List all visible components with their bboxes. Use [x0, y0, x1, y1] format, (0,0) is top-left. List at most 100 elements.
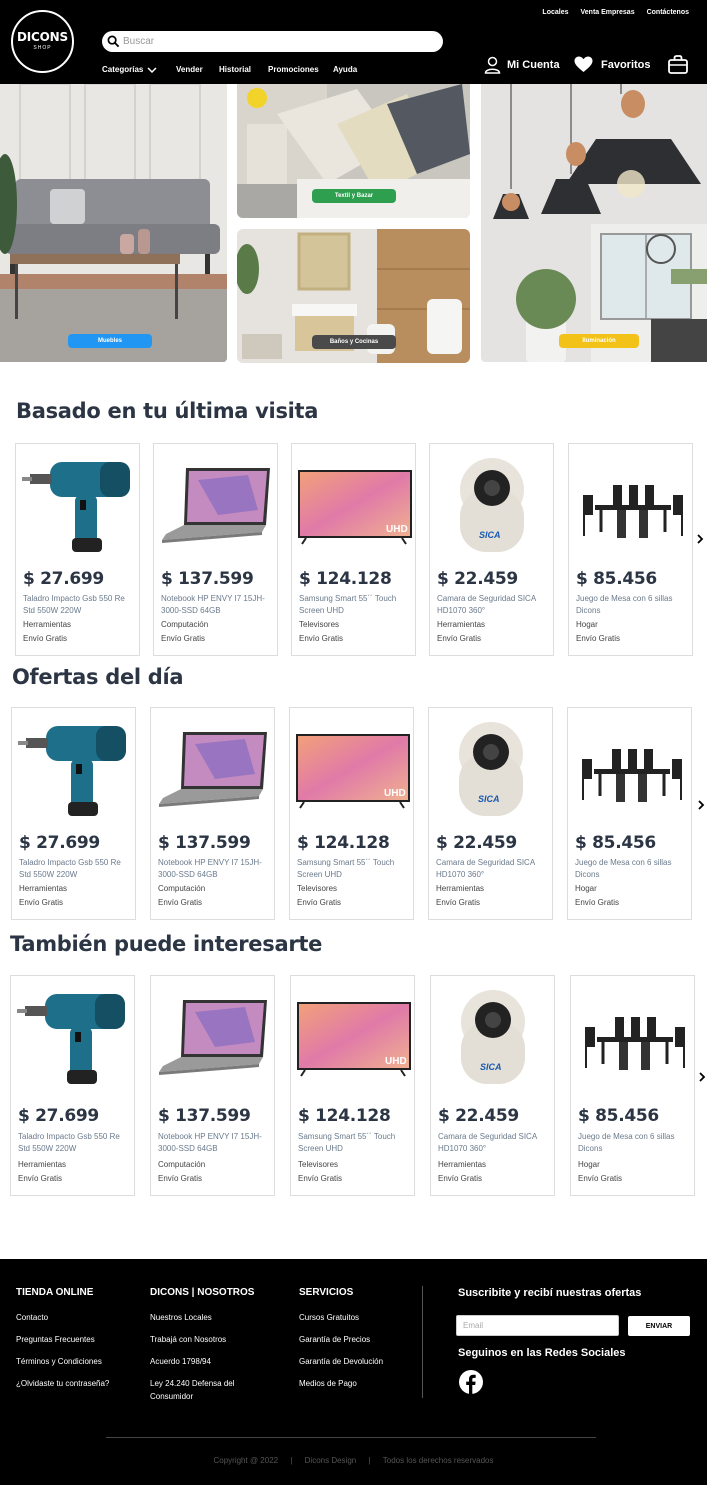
product-price: $ 85.456 — [575, 833, 656, 853]
hero-lighting[interactable]: Iluminación — [481, 84, 707, 362]
product-name[interactable]: Notebook HP ENVY I7 15JH-3000-SSD 64GB — [161, 593, 271, 617]
product-shipping: Envío Gratis — [299, 634, 344, 643]
product-card[interactable]: SICA $ 22.459 Camara de Seguridad SICA H… — [428, 707, 553, 920]
top-link-locales[interactable]: Locales — [542, 9, 568, 16]
hero-furniture[interactable]: Muebles — [0, 84, 227, 362]
product-name[interactable]: Camara de Seguridad SICA HD1070 360° — [437, 593, 547, 617]
email-field[interactable] — [456, 1315, 619, 1336]
product-category: Hogar — [578, 1160, 600, 1169]
tv-image: UHD — [297, 1002, 411, 1077]
product-card[interactable]: $ 27.699 Taladro Impacto Gsb 550 Re Std … — [11, 707, 136, 920]
nav-promociones[interactable]: Promociones — [268, 65, 333, 74]
footer-link[interactable]: Contacto — [16, 1311, 109, 1324]
product-card[interactable]: $ 85.456 Juego de Mesa con 6 sillas Dico… — [567, 707, 692, 920]
chevron-right-icon[interactable] — [698, 1072, 706, 1082]
product-card[interactable]: $ 137.599 Notebook HP ENVY I7 15JH-3000-… — [150, 707, 275, 920]
account-link[interactable]: Mi Cuenta — [484, 56, 574, 74]
product-card[interactable]: $ 27.699 Taladro Impacto Gsb 550 Re Std … — [10, 975, 135, 1196]
product-name[interactable]: Samsung Smart 55´´ Touch Screen UHD — [297, 857, 407, 881]
product-name[interactable]: Samsung Smart 55´´ Touch Screen UHD — [299, 593, 409, 617]
product-name[interactable]: Taladro Impacto Gsb 550 Re Std 550W 220W — [23, 593, 133, 617]
product-name[interactable]: Juego de Mesa con 6 sillas Dicons — [578, 1131, 688, 1155]
product-card[interactable]: $ 27.699 Taladro Impacto Gsb 550 Re Std … — [15, 443, 140, 656]
footer-link[interactable]: Trabajá con Nosotros — [150, 1333, 265, 1346]
footer-link[interactable]: ¿Olvidaste tu contraseña? — [16, 1377, 109, 1390]
product-shipping: Envío Gratis — [298, 1174, 343, 1183]
product-price: $ 22.459 — [437, 569, 518, 589]
top-links: Locales Venta Empresas Contáctenos — [542, 9, 689, 16]
living-room-image — [0, 84, 227, 362]
hero-furniture-button[interactable]: Muebles — [68, 334, 152, 348]
hero-textile[interactable]: Textil y Bazar — [237, 84, 470, 218]
product-card[interactable]: UHD $ 124.128 Samsung Smart 55´´ Touch S… — [290, 975, 415, 1196]
user-icon — [484, 56, 501, 74]
hero-bath-button[interactable]: Baños y Cocinas — [312, 335, 396, 349]
product-shipping: Envío Gratis — [161, 634, 206, 643]
nav-historial[interactable]: Historial — [219, 65, 268, 74]
product-name[interactable]: Taladro Impacto Gsb 550 Re Std 550W 220W — [18, 1131, 128, 1155]
product-card[interactable]: $ 85.456 Juego de Mesa con 6 sillas Dico… — [570, 975, 695, 1196]
footer-link[interactable]: Términos y Condiciones — [16, 1355, 109, 1368]
footer-link[interactable]: Ley 24.240 Defensa del Consumidor — [150, 1377, 255, 1403]
footer-line — [106, 1437, 596, 1438]
shopping-bag-icon[interactable] — [668, 55, 688, 74]
top-link-contact[interactable]: Contáctenos — [647, 9, 689, 16]
product-name[interactable]: Camara de Seguridad SICA HD1070 360° — [436, 857, 546, 881]
footer-link[interactable]: Acuerdo 1798/94 — [150, 1355, 265, 1368]
product-card[interactable]: UHD $ 124.128 Samsung Smart 55´´ Touch S… — [291, 443, 416, 656]
product-card[interactable]: UHD $ 124.128 Samsung Smart 55´´ Touch S… — [289, 707, 414, 920]
product-shipping: Envío Gratis — [297, 898, 342, 907]
footer-link[interactable]: Nuestros Locales — [150, 1311, 265, 1324]
product-card[interactable]: SICA $ 22.459 Camara de Seguridad SICA H… — [430, 975, 555, 1196]
account-label: Mi Cuenta — [507, 58, 560, 71]
chevron-right-icon[interactable] — [696, 534, 704, 544]
product-price: $ 27.699 — [23, 569, 104, 589]
footer-link[interactable]: Cursos Gratuitos — [299, 1311, 383, 1324]
product-name[interactable]: Notebook HP ENVY I7 15JH-3000-SSD 64GB — [158, 857, 268, 881]
product-price: $ 27.699 — [18, 1106, 99, 1126]
dining-set-image — [582, 749, 682, 802]
product-category: Herramientas — [23, 620, 72, 629]
product-price: $ 137.599 — [158, 1106, 251, 1126]
nav-vender[interactable]: Vender — [176, 65, 219, 74]
chevron-right-icon[interactable] — [697, 800, 705, 810]
svg-text:SICA: SICA — [480, 1062, 502, 1072]
product-category: Herramientas — [18, 1160, 67, 1169]
nav-ayuda[interactable]: Ayuda — [333, 65, 357, 74]
footer-col-title: SERVICIOS — [299, 1287, 354, 1298]
product-shipping: Envío Gratis — [18, 1174, 63, 1183]
favorites-link[interactable]: Favoritos — [574, 56, 668, 73]
product-name[interactable]: Notebook HP ENVY I7 15JH-3000-SSD 64GB — [158, 1131, 268, 1155]
product-card[interactable]: $ 137.599 Notebook HP ENVY I7 15JH-3000-… — [153, 443, 278, 656]
search-icon[interactable] — [107, 35, 120, 48]
footer-link[interactable]: Garantía de Devolución — [299, 1355, 383, 1368]
product-price: $ 22.459 — [436, 833, 517, 853]
hero-bath[interactable]: Baños y Cocinas — [237, 229, 470, 363]
product-name[interactable]: Juego de Mesa con 6 sillas Dicons — [576, 593, 686, 617]
logo[interactable]: DICONS SHOP — [11, 10, 74, 73]
copyright-text: Copyright @ 2022 — [213, 1456, 279, 1465]
footer-link[interactable]: Preguntas Frecuentes — [16, 1333, 109, 1346]
product-name[interactable]: Camara de Seguridad SICA HD1070 360° — [438, 1131, 548, 1155]
footer-link[interactable]: Medios de Pago — [299, 1377, 383, 1390]
facebook-icon[interactable] — [459, 1370, 483, 1394]
drill-image — [22, 462, 130, 552]
drill-image — [18, 726, 126, 816]
hero-lighting-button[interactable]: Iluminación — [559, 334, 639, 348]
copyright-rights: Todos los derechos reservados — [382, 1456, 494, 1465]
product-card[interactable]: $ 137.599 Notebook HP ENVY I7 15JH-3000-… — [150, 975, 275, 1196]
hero-textile-button[interactable]: Textil y Bazar — [312, 189, 396, 203]
product-card[interactable]: $ 85.456 Juego de Mesa con 6 sillas Dico… — [568, 443, 693, 656]
search-input[interactable] — [123, 36, 423, 47]
nav-categorias[interactable]: Categorías — [102, 65, 176, 74]
lamps-image — [481, 84, 707, 362]
footer-link[interactable]: Garantía de Precios — [299, 1333, 383, 1346]
product-category: Televisores — [299, 620, 340, 629]
top-link-empresas[interactable]: Venta Empresas — [581, 9, 635, 16]
product-name[interactable]: Samsung Smart 55´´ Touch Screen UHD — [298, 1131, 408, 1155]
product-name[interactable]: Taladro Impacto Gsb 550 Re Std 550W 220W — [19, 857, 129, 881]
product-price: $ 124.128 — [299, 569, 392, 589]
product-name[interactable]: Juego de Mesa con 6 sillas Dicons — [575, 857, 685, 881]
send-button[interactable]: ENVIAR — [628, 1316, 690, 1336]
product-card[interactable]: SICA $ 22.459 Camara de Seguridad SICA H… — [429, 443, 554, 656]
